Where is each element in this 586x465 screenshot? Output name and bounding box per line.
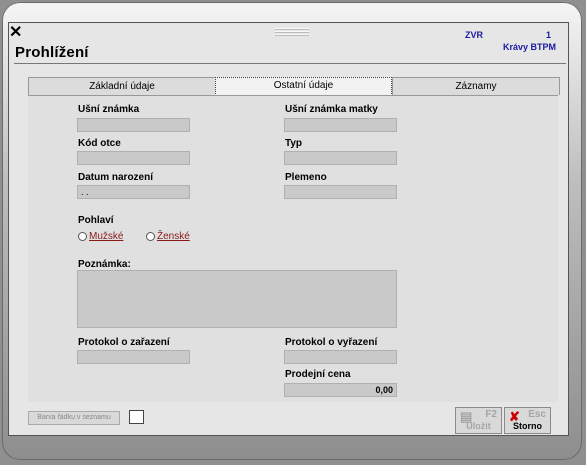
sex-label: Pohlaví	[78, 215, 114, 226]
radio-female[interactable]: Ženské	[146, 231, 190, 242]
note-textarea[interactable]	[77, 270, 397, 328]
cancel-label: Storno	[513, 421, 542, 431]
birth-date-label: Datum narození	[78, 172, 154, 183]
tab-zakladni-udaje[interactable]: Základní údaje	[28, 77, 216, 95]
type-field[interactable]	[284, 151, 397, 165]
type-label: Typ	[285, 138, 303, 149]
protocol-in-label: Protokol o zařazení	[78, 337, 170, 348]
title-divider	[14, 63, 566, 64]
protocol-out-field[interactable]	[284, 350, 397, 364]
cancel-button[interactable]: ✘ Esc Storno	[504, 407, 551, 434]
save-button[interactable]: ▤ F2 Uložit	[455, 407, 502, 434]
header-subtitle: Krávy BTPM	[503, 42, 557, 52]
radio-circle-icon	[78, 232, 87, 241]
radio-male[interactable]: Mužské	[78, 231, 123, 242]
father-code-field[interactable]	[77, 151, 190, 165]
ear-tag-label: Ušní známka	[78, 104, 140, 115]
cancel-shortcut: Esc	[528, 409, 546, 420]
row-color-button[interactable]: Barva řádku v seznamu	[28, 411, 120, 425]
header-code: ZVR	[465, 30, 483, 40]
header-number: 1	[546, 30, 552, 40]
note-label: Poznámka:	[78, 259, 131, 270]
tab-ostatni-udaje[interactable]: Ostatní údaje	[215, 77, 392, 96]
breed-label: Plemeno	[285, 172, 327, 183]
sale-price-field[interactable]: 0,00	[284, 383, 397, 397]
save-shortcut: F2	[485, 409, 497, 420]
save-label: Uložit	[466, 421, 491, 431]
drag-grip[interactable]	[275, 28, 309, 37]
protocol-out-label: Protokol o vyřazení	[285, 337, 378, 348]
mother-ear-tag-label: Ušní známka matky	[285, 104, 378, 115]
sale-price-label: Prodejní cena	[285, 369, 351, 380]
close-icon[interactable]: ✕	[9, 25, 22, 41]
tab-bar: Základní údaje Ostatní údaje Záznamy	[28, 77, 560, 96]
ear-tag-field[interactable]	[77, 118, 190, 132]
radio-female-label: Ženské	[157, 231, 190, 242]
mother-ear-tag-field[interactable]	[284, 118, 397, 132]
page-title: Prohlížení	[15, 44, 89, 61]
radio-male-label: Mužské	[89, 231, 124, 242]
father-code-label: Kód otce	[78, 138, 121, 149]
tab-zaznamy[interactable]: Záznamy	[392, 77, 560, 95]
birth-date-field[interactable]: . .	[77, 185, 190, 199]
breed-field[interactable]	[284, 185, 397, 199]
protocol-in-field[interactable]	[77, 350, 190, 364]
row-color-swatch[interactable]	[129, 410, 144, 424]
radio-circle-icon	[146, 232, 155, 241]
